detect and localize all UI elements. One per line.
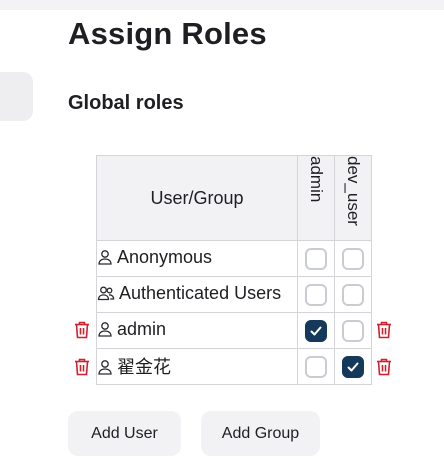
check-icon [310, 326, 322, 335]
checkbox-cell [334, 276, 372, 313]
user-name: 翟金花 [117, 357, 171, 377]
sidebar-active-item[interactable] [0, 72, 33, 121]
user-cell: 翟金花 [96, 348, 298, 385]
role-checkbox-checked[interactable] [342, 355, 364, 378]
trash-icon[interactable] [73, 320, 91, 340]
trash-icon[interactable] [375, 357, 393, 377]
checkbox-cell [334, 312, 372, 349]
user-cell: Anonymous [96, 240, 298, 277]
user-group-header: User/Group [96, 155, 298, 241]
table-row: Anonymous [96, 240, 372, 277]
check-icon [347, 362, 359, 371]
checkbox-cell [297, 276, 335, 313]
role-header-label: admin [307, 156, 326, 203]
role-header-admin[interactable]: admin [297, 155, 335, 241]
add-group-button[interactable]: Add Group [201, 411, 320, 456]
role-checkbox[interactable] [305, 247, 327, 270]
role-checkbox[interactable] [305, 283, 327, 306]
roles-table: User/Group admin dev_user Anonymous Auth… [96, 155, 372, 385]
user-cell: Authenticated Users [96, 276, 298, 313]
user-name: admin [117, 319, 167, 339]
trash-icon[interactable] [375, 320, 393, 340]
add-user-button[interactable]: Add User [68, 411, 181, 456]
table-row: admin [96, 312, 372, 349]
table-header-row: User/Group admin dev_user [96, 155, 372, 241]
trash-icon[interactable] [73, 357, 91, 377]
group-icon [97, 285, 115, 306]
checkbox-cell [334, 240, 372, 277]
table-row: 翟金花 [96, 348, 372, 385]
checkbox-cell [297, 348, 335, 385]
checkbox-cell [297, 240, 335, 277]
user-name: Authenticated Users [119, 283, 282, 303]
user-icon [97, 321, 113, 342]
page-title: Assign Roles [68, 16, 267, 51]
checkbox-cell [334, 348, 372, 385]
checkbox-cell [297, 312, 335, 349]
role-header-label: dev_user [344, 156, 363, 226]
role-checkbox[interactable] [342, 319, 364, 342]
role-header-dev-user[interactable]: dev_user [334, 155, 372, 241]
section-title: Global roles [68, 92, 184, 114]
role-checkbox[interactable] [342, 247, 364, 270]
user-name: Anonymous [117, 247, 213, 267]
role-checkbox[interactable] [305, 355, 327, 378]
user-icon [97, 249, 113, 270]
role-checkbox-checked[interactable] [305, 319, 327, 342]
user-cell: admin [96, 312, 298, 349]
table-row: Authenticated Users [96, 276, 372, 313]
top-bar [0, 0, 444, 10]
role-checkbox[interactable] [342, 283, 364, 306]
user-icon [97, 359, 113, 380]
